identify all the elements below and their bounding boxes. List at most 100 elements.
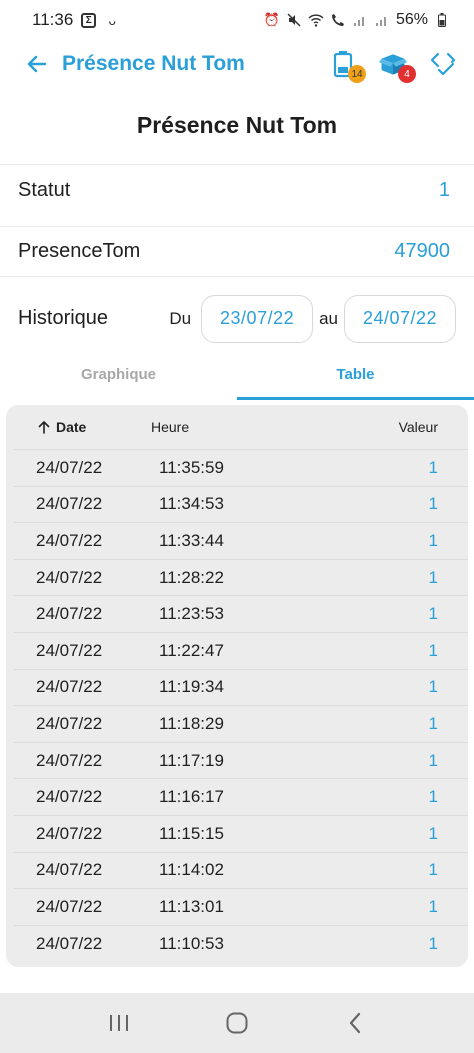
row-valeur: 1: [428, 713, 438, 733]
from-label: Du: [169, 308, 192, 328]
row-date: 24/07/22: [36, 567, 103, 587]
history-table: Date Heure Valeur 24/07/22 11:35:59 1 24/07…: [6, 405, 468, 967]
row-valeur: 1: [428, 787, 438, 807]
statut-value: 1: [438, 179, 450, 201]
system-nav-bar: [0, 993, 474, 1053]
from-date-field[interactable]: 23/07/22: [201, 294, 314, 343]
historique-label: Historique: [18, 307, 109, 329]
presence-label: PresenceTom: [18, 240, 141, 262]
arrow-up-icon: [38, 421, 50, 434]
table-header: Date Heure Valeur: [6, 405, 468, 449]
heure-column-header[interactable]: Heure: [146, 419, 326, 435]
table-row[interactable]: 24/07/22 11:10:53 1: [14, 924, 468, 962]
status-bar: 11:36 Σ ᴗ ⏰ 56%: [0, 0, 474, 40]
statut-row: Statut 1: [0, 164, 474, 216]
row-heure: 11:23:53: [159, 604, 224, 624]
row-valeur: 1: [428, 933, 438, 953]
row-date: 24/07/22: [36, 604, 103, 624]
validate-button[interactable]: [428, 49, 458, 79]
to-date-field[interactable]: 24/07/22: [344, 294, 456, 343]
call-icon: [330, 12, 346, 28]
chevron-left-icon: [349, 1012, 361, 1034]
row-valeur: 1: [428, 604, 438, 624]
presence-row: PresenceTom 47900: [0, 226, 474, 276]
table-row[interactable]: 24/07/22 11:22:47 1: [14, 631, 468, 669]
statut-label: Statut: [18, 179, 71, 201]
row-heure: 11:22:47: [159, 640, 224, 660]
table-row[interactable]: 24/07/22 11:28:22 1: [14, 558, 468, 596]
row-heure: 11:17:19: [159, 750, 224, 770]
row-date: 24/07/22: [36, 896, 103, 916]
app-bar: Présence Nut Tom 14 4: [0, 40, 474, 88]
row-date: 24/07/22: [36, 640, 103, 660]
table-row[interactable]: 24/07/22 11:15:15 1: [14, 814, 468, 852]
date-column-header[interactable]: Date: [6, 419, 146, 435]
row-date: 24/07/22: [36, 713, 103, 733]
table-row[interactable]: 24/07/22 11:13:01 1: [14, 888, 468, 925]
battery-badge: 14: [348, 65, 366, 83]
row-date: 24/07/22: [36, 530, 103, 550]
row-valeur: 1: [428, 530, 438, 550]
code-check-icon: [430, 52, 456, 76]
row-date: 24/07/22: [36, 823, 103, 843]
row-valeur: 1: [428, 640, 438, 660]
tab-table[interactable]: Table: [237, 348, 474, 400]
row-heure: 11:14:02: [159, 860, 224, 880]
table-row[interactable]: 24/07/22 11:34:53 1: [14, 485, 468, 523]
back-nav-button[interactable]: [335, 1003, 375, 1043]
row-heure: 11:33:44: [159, 530, 224, 550]
table-row[interactable]: 24/07/22 11:33:44 1: [14, 522, 468, 559]
back-button[interactable]: [22, 49, 52, 79]
table-row[interactable]: 24/07/22 11:35:59 1: [14, 449, 468, 486]
smile-app-icon: ᴗ: [108, 12, 116, 28]
battery-status-icon: [434, 12, 450, 28]
alarm-icon: ⏰: [263, 12, 281, 27]
table-row[interactable]: 24/07/22 11:16:17 1: [14, 778, 468, 815]
row-valeur: 1: [428, 860, 438, 880]
row-date: 24/07/22: [36, 787, 103, 807]
view-tabs: Graphique Table: [0, 348, 474, 400]
row-date: 24/07/22: [36, 750, 103, 770]
row-valeur: 1: [428, 823, 438, 843]
row-heure: 11:19:34: [159, 677, 224, 697]
battery-percent: 56%: [395, 11, 428, 28]
row-valeur: 1: [428, 750, 438, 770]
row-date: 24/07/22: [36, 860, 103, 880]
table-row[interactable]: 24/07/22 11:17:19 1: [14, 741, 468, 779]
row-date: 24/07/22: [36, 677, 103, 697]
row-heure: 11:15:15: [159, 823, 224, 843]
row-valeur: 1: [428, 567, 438, 587]
row-date: 24/07/22: [36, 933, 103, 953]
sigma-app-icon: Σ: [81, 12, 97, 28]
table-row[interactable]: 24/07/22 11:14:02 1: [14, 851, 468, 889]
row-date: 24/07/22: [36, 494, 103, 514]
to-label: au: [319, 308, 338, 328]
table-row[interactable]: 24/07/22 11:18:29 1: [14, 705, 468, 742]
signal-2-icon: [374, 12, 390, 28]
app-bar-title: Présence Nut Tom: [62, 52, 245, 75]
row-heure: 11:16:17: [159, 787, 224, 807]
row-valeur: 1: [428, 896, 438, 916]
row-heure: 11:13:01: [159, 896, 224, 916]
table-body: 24/07/22 11:35:59 1 24/07/22 11:34:53 1 24/07/…: [6, 449, 468, 961]
arrow-left-icon: [27, 55, 47, 73]
home-icon: [226, 1012, 248, 1034]
box-button[interactable]: 4: [378, 49, 416, 83]
wifi-icon: [308, 12, 324, 28]
table-row[interactable]: 24/07/22 11:19:34 1: [14, 668, 468, 706]
table-row[interactable]: 24/07/22 11:23:53 1: [14, 595, 468, 632]
row-valeur: 1: [428, 677, 438, 697]
page-title: Présence Nut Tom: [136, 112, 338, 138]
row-valeur: 1: [428, 457, 438, 477]
recents-button[interactable]: [99, 1003, 139, 1043]
row-heure: 11:34:53: [159, 494, 224, 514]
tab-graphique[interactable]: Graphique: [0, 348, 237, 400]
battery-button[interactable]: 14: [328, 49, 366, 83]
row-date: 24/07/22: [36, 457, 103, 477]
presence-value: 47900: [394, 240, 450, 262]
row-heure: 11:10:53: [159, 933, 224, 953]
row-heure: 11:28:22: [159, 567, 224, 587]
mute-icon: [286, 12, 302, 28]
valeur-column-header[interactable]: Valeur: [399, 419, 468, 435]
home-button[interactable]: [217, 1003, 257, 1043]
